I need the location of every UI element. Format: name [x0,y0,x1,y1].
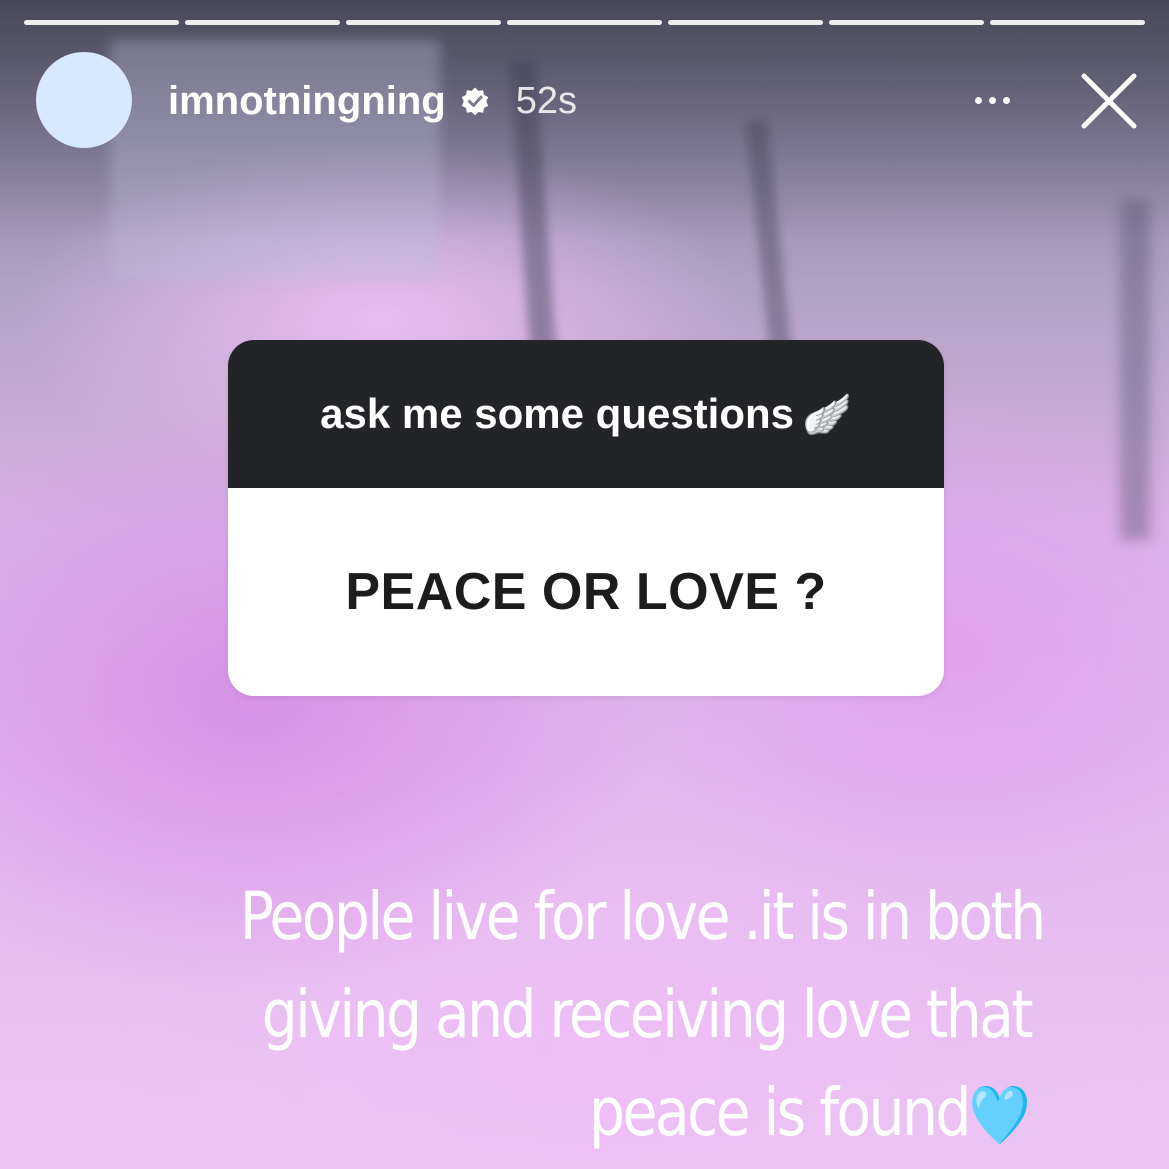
answer-line-3-text: peace is found [589,1074,971,1151]
answer-line-2: giving and receiving love that [261,976,1034,1053]
story-progress-bar [24,20,1145,25]
progress-segment [346,20,501,25]
story-timestamp: 52s [515,79,577,122]
question-text: PEACE OR LOVE ? [345,563,827,621]
progress-segment [24,20,179,25]
close-icon[interactable] [1078,70,1140,132]
avatar[interactable] [36,52,132,148]
verified-badge-icon [461,87,488,116]
progress-segment [990,20,1145,25]
more-options-icon[interactable] [962,80,1022,120]
progress-segment [185,20,340,25]
progress-segment [507,20,662,25]
progress-segment [829,20,984,25]
progress-segment [668,20,823,25]
answer-line-1: People live for love .it is in both [239,878,1046,955]
story-header: imnotningning 52s [168,76,577,126]
answer-line-3: peace is found🩵 [240,1064,1031,1164]
wing-emoji-icon: 🪽 [802,392,852,437]
username[interactable]: imnotningning [168,79,446,124]
question-prompt: ask me some questions [320,390,795,437]
answer-text: People live for love .it is in both givi… [239,868,1046,1164]
question-sticker-body: PEACE OR LOVE ? [228,488,944,696]
question-sticker-header: ask me some questions 🪽 [228,340,944,488]
question-sticker: ask me some questions 🪽 PEACE OR LOVE ? [228,340,944,696]
heart-emoji-icon: 🩵 [968,1081,1031,1149]
